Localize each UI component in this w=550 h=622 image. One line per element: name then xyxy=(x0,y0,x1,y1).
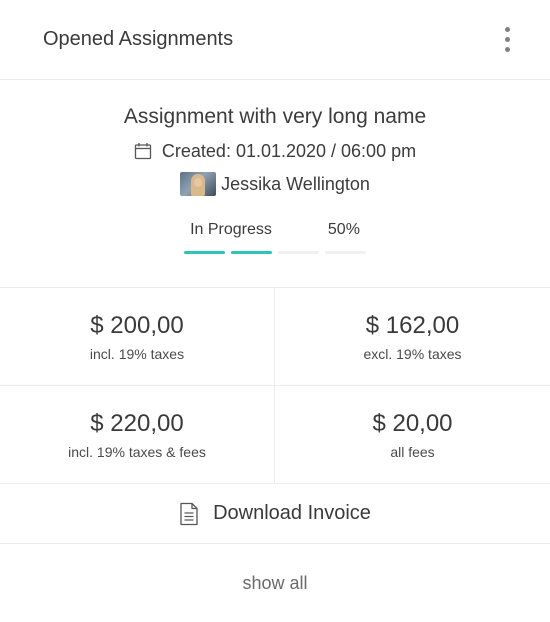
kebab-dot xyxy=(505,27,510,32)
show-all-link[interactable]: show all xyxy=(242,573,307,594)
progress-segment xyxy=(184,251,225,254)
header-title: Opened Assignments xyxy=(43,28,234,50)
amount-value: $ 20,00 xyxy=(372,409,453,437)
progress-segment xyxy=(231,251,272,254)
more-vertical-icon[interactable] xyxy=(501,21,514,58)
created-text: Created: 01.01.2020 / 06:00 pm xyxy=(161,140,417,161)
document-icon xyxy=(180,502,198,525)
amount-value: $ 200,00 xyxy=(90,311,184,339)
amounts-grid: $ 200,00 incl. 19% taxes $ 162,00 excl. … xyxy=(0,288,550,484)
card-header: Opened Assignments xyxy=(0,0,550,80)
amount-label: incl. 19% taxes xyxy=(89,345,185,362)
download-invoice-label: Download Invoice xyxy=(213,502,371,524)
amount-label: excl. 19% taxes xyxy=(363,345,462,362)
assignment-name: Assignment with very long name xyxy=(123,105,427,128)
amount-cell: $ 200,00 incl. 19% taxes xyxy=(0,288,275,386)
user-row: Jessika Wellington xyxy=(0,171,550,197)
amount-value: $ 162,00 xyxy=(365,311,460,339)
kebab-dot xyxy=(505,47,510,52)
user-name: Jessika Wellington xyxy=(221,173,370,194)
status-label: In Progress xyxy=(190,221,272,238)
amount-cell: $ 162,00 excl. 19% taxes xyxy=(275,288,550,386)
progress-segment xyxy=(325,251,366,254)
assignment-summary: Assignment with very long name Created: … xyxy=(0,80,550,288)
created-row: Created: 01.01.2020 / 06:00 pm xyxy=(0,139,550,163)
amount-value: $ 220,00 xyxy=(90,409,184,437)
kebab-dot xyxy=(505,37,510,42)
amount-label: incl. 19% taxes & fees xyxy=(68,443,206,460)
download-invoice-button[interactable]: Download Invoice xyxy=(0,484,550,544)
avatar xyxy=(180,172,217,196)
progress-segment xyxy=(278,251,319,254)
progress-labels: In Progress 50% xyxy=(0,221,550,239)
amount-cell: $ 20,00 all fees xyxy=(275,386,550,484)
progress-bar xyxy=(0,251,550,254)
amount-label: all fees xyxy=(390,443,435,460)
calendar-icon xyxy=(134,143,152,160)
amount-cell: $ 220,00 incl. 19% taxes & fees xyxy=(0,386,275,484)
show-all-row: show all xyxy=(0,544,550,622)
progress-percent: 50% xyxy=(327,221,360,238)
